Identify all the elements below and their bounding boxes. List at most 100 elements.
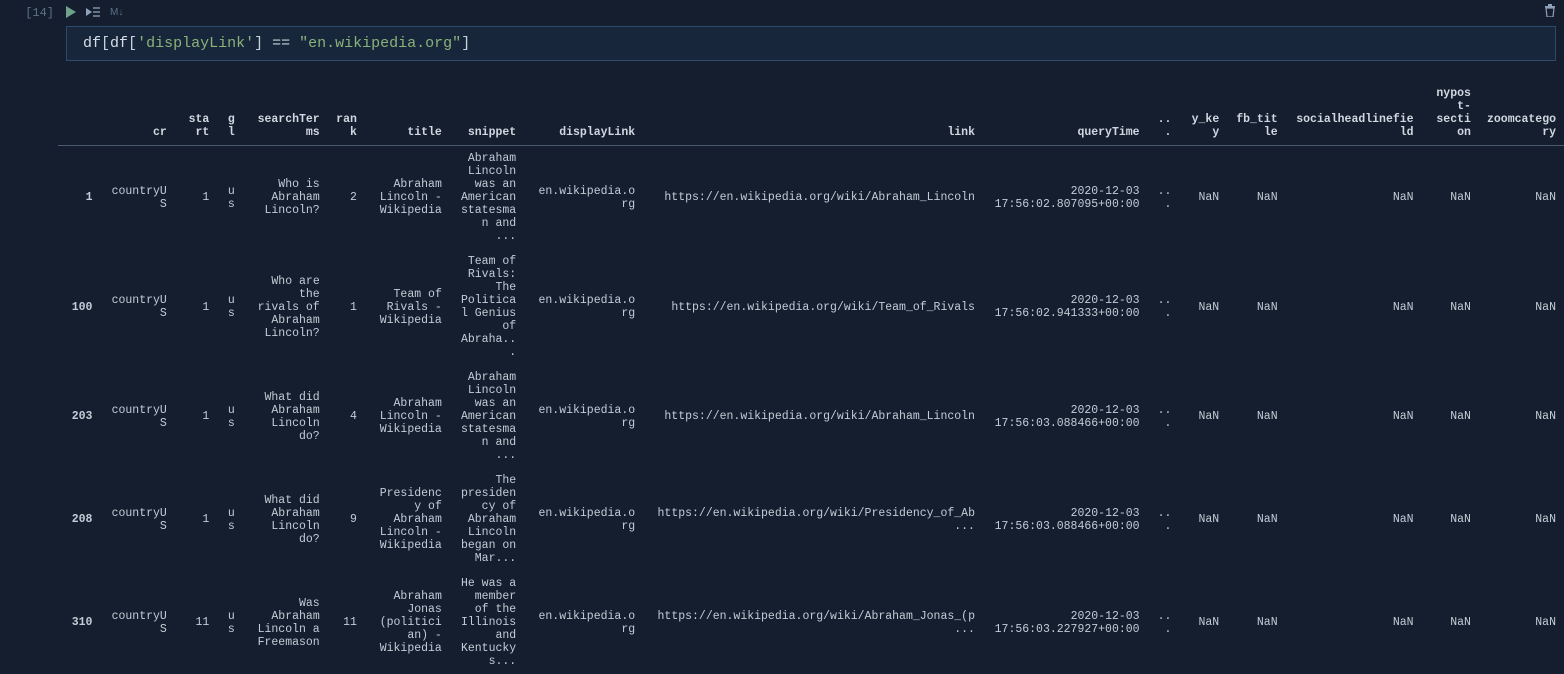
cell-socialheadlinefield: NaN bbox=[1286, 365, 1422, 468]
cell-rank: 2 bbox=[328, 146, 365, 250]
cell-queryTime: 2020-12-03 17:56:03.088466+00:00 bbox=[983, 468, 1148, 571]
column-header: title bbox=[365, 81, 450, 146]
cell-cr: countryUS bbox=[100, 146, 174, 250]
cell-ellipsis: ... bbox=[1148, 365, 1180, 468]
table-row: 310countryUS11usWas Abraham Lincoln a Fr… bbox=[58, 571, 1564, 674]
cell-snippet: Team of Rivals: The Political Genius of … bbox=[450, 249, 524, 365]
cell-ellipsis: ... bbox=[1148, 249, 1180, 365]
cell-rank: 4 bbox=[328, 365, 365, 468]
cell-gl: us bbox=[217, 365, 242, 468]
cell-y_key: NaN bbox=[1179, 468, 1227, 571]
table-header: crstartglsearchTermsranktitlesnippetdisp… bbox=[58, 81, 1564, 146]
column-header: displayLink bbox=[524, 81, 643, 146]
cell-cr: countryUS bbox=[100, 571, 174, 674]
cell-cr: countryUS bbox=[100, 249, 174, 365]
cell-main: M↓ df[df['displayLink'] == "en.wikipedia… bbox=[58, 0, 1564, 674]
cell-searchTerms: What did Abraham Lincoln do? bbox=[243, 468, 328, 571]
column-header: ... bbox=[1148, 81, 1180, 146]
table-row: 1countryUS1usWho is Abraham Lincoln?2Abr… bbox=[58, 146, 1564, 250]
cell-snippet: Abraham Lincoln was an American statesma… bbox=[450, 365, 524, 468]
output-area: crstartglsearchTermsranktitlesnippetdisp… bbox=[58, 61, 1564, 674]
table-row: 100countryUS1usWho are the rivals of Abr… bbox=[58, 249, 1564, 365]
cell-link: https://en.wikipedia.org/wiki/Abraham_Li… bbox=[643, 146, 983, 250]
run-by-line-icon[interactable] bbox=[86, 6, 100, 18]
column-header: link bbox=[643, 81, 983, 146]
code-line: df[df['displayLink'] == "en.wikipedia.or… bbox=[83, 35, 470, 52]
cell-title: Abraham Lincoln - Wikipedia bbox=[365, 146, 450, 250]
cell-y_key: NaN bbox=[1179, 249, 1227, 365]
cell-snippet: Abraham Lincoln was an American statesma… bbox=[450, 146, 524, 250]
cell-fb_title: NaN bbox=[1227, 468, 1285, 571]
run-cell-icon[interactable] bbox=[66, 6, 76, 18]
cell-gl: us bbox=[217, 571, 242, 674]
cell-link: https://en.wikipedia.org/wiki/Abraham_Jo… bbox=[643, 571, 983, 674]
delete-cell-icon[interactable] bbox=[1544, 4, 1556, 20]
cell-start: 11 bbox=[175, 571, 217, 674]
cell-link: https://en.wikipedia.org/wiki/Team_of_Ri… bbox=[643, 249, 983, 365]
cell-idx: 310 bbox=[58, 571, 100, 674]
column-header: queryTime bbox=[983, 81, 1148, 146]
column-header: start bbox=[175, 81, 217, 146]
column-header: gl bbox=[217, 81, 242, 146]
cell-searchTerms: What did Abraham Lincoln do? bbox=[243, 365, 328, 468]
cell-ellipsis: ... bbox=[1148, 146, 1180, 250]
cell-ellipsis: ... bbox=[1148, 468, 1180, 571]
cell-rank: 1 bbox=[328, 249, 365, 365]
cell-fb_title: NaN bbox=[1227, 571, 1285, 674]
cell-displayLink: en.wikipedia.org bbox=[524, 571, 643, 674]
execution-count: [14] bbox=[0, 6, 54, 20]
cell-gl: us bbox=[217, 468, 242, 571]
cell-cr: countryUS bbox=[100, 365, 174, 468]
cell-displayLink: en.wikipedia.org bbox=[524, 249, 643, 365]
table-row: 208countryUS1usWhat did Abraham Lincoln … bbox=[58, 468, 1564, 571]
cell-y_key: NaN bbox=[1179, 365, 1227, 468]
cell-link: https://en.wikipedia.org/wiki/Abraham_Li… bbox=[643, 365, 983, 468]
markdown-toggle[interactable]: M↓ bbox=[110, 7, 123, 18]
cell-start: 1 bbox=[175, 365, 217, 468]
table-body: 1countryUS1usWho is Abraham Lincoln?2Abr… bbox=[58, 146, 1564, 674]
cell-snippet: The presidency of Abraham Lincoln began … bbox=[450, 468, 524, 571]
cell-snippet: He was a member of the Illinois and Kent… bbox=[450, 571, 524, 674]
cell-rank: 11 bbox=[328, 571, 365, 674]
cell-title: Abraham Jonas (politician) - Wikipedia bbox=[365, 571, 450, 674]
cell-rank: 9 bbox=[328, 468, 365, 571]
column-header bbox=[58, 81, 100, 146]
cell-y_key: NaN bbox=[1179, 571, 1227, 674]
prompt-area: [14] bbox=[0, 0, 58, 674]
dataframe-table: crstartglsearchTermsranktitlesnippetdisp… bbox=[58, 81, 1564, 674]
cell-idx: 203 bbox=[58, 365, 100, 468]
cell-searchTerms: Who is Abraham Lincoln? bbox=[243, 146, 328, 250]
cell-y_key: NaN bbox=[1179, 146, 1227, 250]
cell-zoom: NaN bbox=[1479, 571, 1564, 674]
column-header: rank bbox=[328, 81, 365, 146]
column-header: snippet bbox=[450, 81, 524, 146]
cell-socialheadlinefield: NaN bbox=[1286, 249, 1422, 365]
column-header: nypost-section bbox=[1422, 81, 1479, 146]
cell-zoom: NaN bbox=[1479, 146, 1564, 250]
cell-idx: 1 bbox=[58, 146, 100, 250]
column-header: searchTerms bbox=[243, 81, 328, 146]
cell-nypost: NaN bbox=[1422, 571, 1479, 674]
code-input[interactable]: df[df['displayLink'] == "en.wikipedia.or… bbox=[66, 26, 1556, 61]
cell-cr: countryUS bbox=[100, 468, 174, 571]
cell-toolbar: M↓ bbox=[58, 0, 1564, 24]
cell-title: Team of Rivals - Wikipedia bbox=[365, 249, 450, 365]
cell-title: Presidency of Abraham Lincoln - Wikipedi… bbox=[365, 468, 450, 571]
cell-queryTime: 2020-12-03 17:56:02.941333+00:00 bbox=[983, 249, 1148, 365]
cell-fb_title: NaN bbox=[1227, 365, 1285, 468]
column-header: cr bbox=[100, 81, 174, 146]
cell-link: https://en.wikipedia.org/wiki/Presidency… bbox=[643, 468, 983, 571]
cell-nypost: NaN bbox=[1422, 146, 1479, 250]
cell-fb_title: NaN bbox=[1227, 146, 1285, 250]
cell-gl: us bbox=[217, 146, 242, 250]
cell-socialheadlinefield: NaN bbox=[1286, 146, 1422, 250]
cell-zoom: NaN bbox=[1479, 365, 1564, 468]
cell-queryTime: 2020-12-03 17:56:02.807095+00:00 bbox=[983, 146, 1148, 250]
table-row: 203countryUS1usWhat did Abraham Lincoln … bbox=[58, 365, 1564, 468]
cell-zoom: NaN bbox=[1479, 249, 1564, 365]
cell-socialheadlinefield: NaN bbox=[1286, 571, 1422, 674]
cell-displayLink: en.wikipedia.org bbox=[524, 365, 643, 468]
notebook-cell: [14] M↓ bbox=[0, 0, 1564, 674]
cell-nypost: NaN bbox=[1422, 365, 1479, 468]
cell-queryTime: 2020-12-03 17:56:03.088466+00:00 bbox=[983, 365, 1148, 468]
